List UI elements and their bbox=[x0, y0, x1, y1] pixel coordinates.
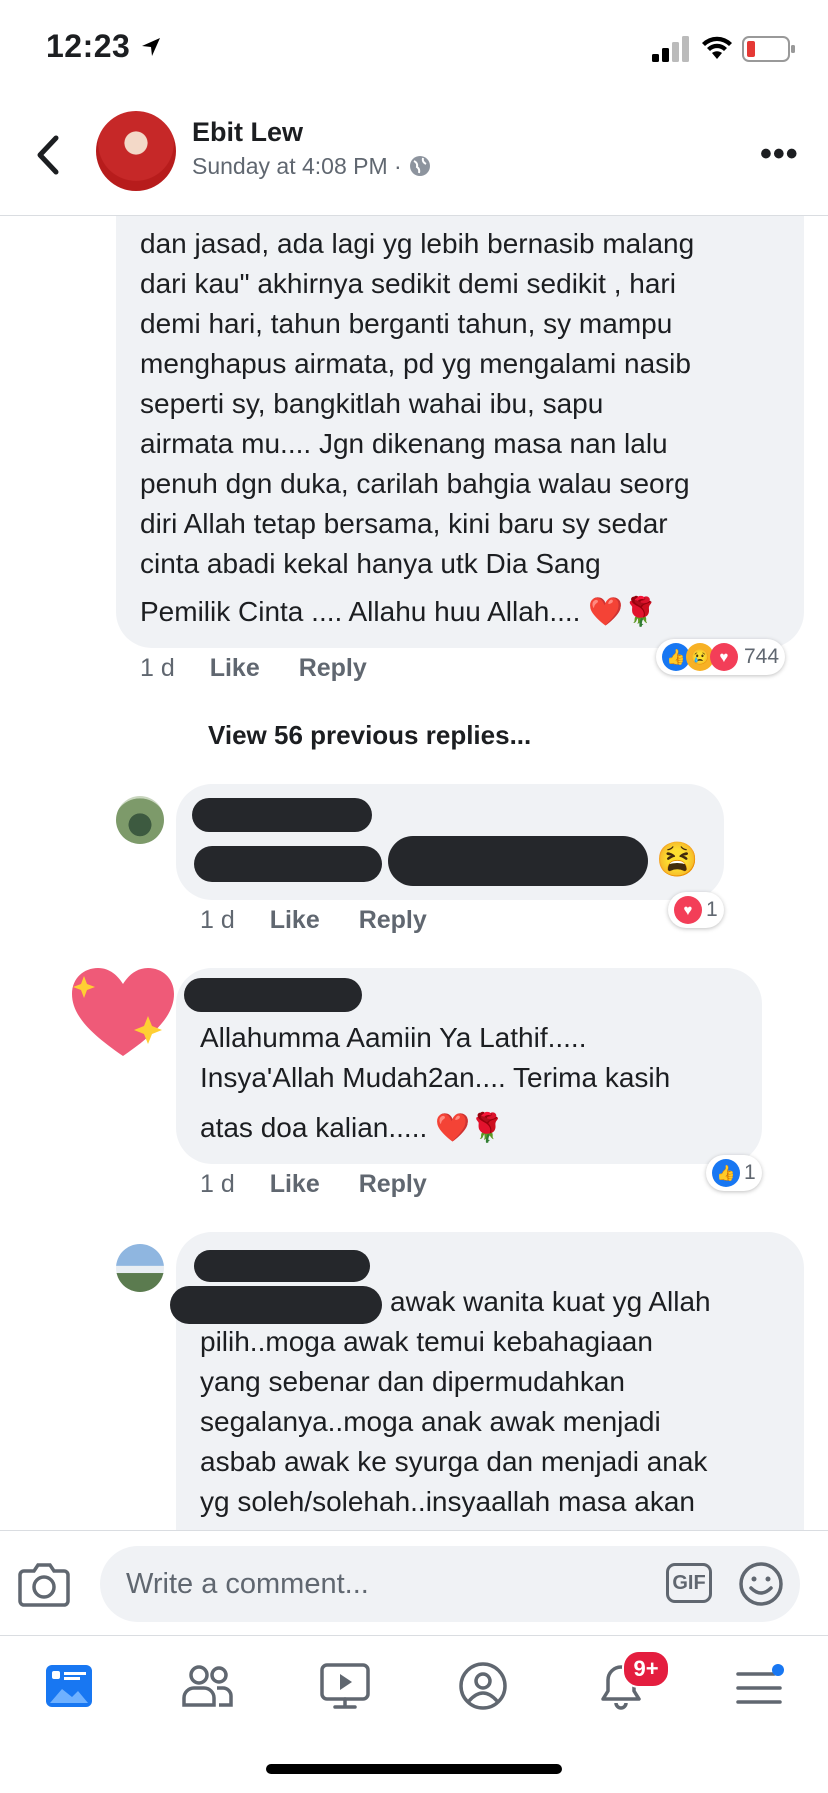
love-reaction-icon: ♥ bbox=[674, 896, 702, 924]
post-time-text: Sunday at 4:08 PM · bbox=[192, 153, 402, 179]
friends-icon bbox=[182, 1665, 233, 1707]
tab-news-feed[interactable] bbox=[34, 1656, 104, 1716]
watch-video-icon bbox=[320, 1663, 370, 1709]
status-time: 12:23 bbox=[46, 28, 162, 65]
reaction-summary[interactable]: 👍 😢 ♥ 744 bbox=[656, 639, 786, 675]
reply-link[interactable]: Reply bbox=[299, 654, 367, 682]
notification-count: 9+ bbox=[633, 1656, 659, 1681]
back-chevron-icon[interactable] bbox=[30, 130, 70, 180]
globe-icon bbox=[410, 156, 431, 176]
reaction-count: 1 bbox=[706, 898, 718, 921]
wifi-icon bbox=[702, 36, 732, 59]
view-previous-replies-link[interactable]: View 56 previous replies... bbox=[208, 720, 531, 751]
tab-friends[interactable] bbox=[172, 1656, 242, 1716]
comment-last-line: Pemilik Cinta .... Allahu huu Allah.... … bbox=[140, 596, 658, 627]
more-options-button[interactable]: ••• bbox=[760, 135, 799, 174]
gif-label: GIF bbox=[672, 1571, 706, 1594]
profile-icon bbox=[459, 1662, 507, 1710]
comment-text: pilih..moga awak temui kebahagiaan yang … bbox=[200, 1326, 708, 1517]
like-link[interactable]: Like bbox=[270, 1170, 320, 1198]
comment-meta: 1 d Like Reply bbox=[200, 1170, 427, 1199]
redacted-name bbox=[194, 1250, 370, 1282]
comment-time: 1 d bbox=[200, 906, 235, 934]
commenter-avatar[interactable] bbox=[116, 796, 164, 844]
like-reaction-icon: 👍 bbox=[712, 1159, 740, 1187]
reaction-summary[interactable]: ♥ 1 bbox=[668, 892, 724, 928]
comment-time: 1 d bbox=[140, 654, 175, 682]
tab-watch[interactable] bbox=[310, 1656, 380, 1716]
like-link[interactable]: Like bbox=[270, 906, 320, 934]
gif-button[interactable]: GIF bbox=[666, 1563, 712, 1603]
comment-time: 1 d bbox=[200, 1170, 235, 1198]
location-arrow-icon bbox=[141, 38, 160, 56]
redacted-name bbox=[184, 978, 362, 1012]
reply-link[interactable]: Reply bbox=[359, 906, 427, 934]
post-timestamp: Sunday at 4:08 PM · bbox=[192, 153, 432, 180]
love-reaction-icon: ♥ bbox=[710, 643, 738, 671]
redacted-name bbox=[192, 798, 372, 832]
poster-avatar[interactable] bbox=[96, 111, 176, 191]
commenter-avatar[interactable] bbox=[116, 1244, 164, 1292]
comment-composer: GIF bbox=[0, 1530, 828, 1636]
camera-icon[interactable] bbox=[18, 1561, 70, 1607]
home-indicator[interactable] bbox=[266, 1764, 562, 1774]
comment-meta: 1 d Like Reply bbox=[200, 906, 427, 935]
reaction-summary[interactable]: 👍 1 bbox=[706, 1155, 762, 1191]
comment-meta: 1 d Like Reply bbox=[140, 654, 367, 683]
tab-menu[interactable] bbox=[724, 1656, 794, 1716]
poster-name[interactable]: Ebit Lew bbox=[192, 117, 303, 148]
notification-badge: 9+ bbox=[622, 1650, 670, 1688]
redacted-text bbox=[170, 1286, 382, 1324]
emoji-smile-icon[interactable] bbox=[738, 1561, 784, 1607]
cellular-signal-icon bbox=[652, 36, 689, 62]
post-header: Ebit Lew Sunday at 4:08 PM · ••• bbox=[0, 95, 828, 216]
redacted-text bbox=[388, 836, 648, 886]
reply-link[interactable]: Reply bbox=[359, 1170, 427, 1198]
tab-notifications[interactable]: 9+ bbox=[586, 1650, 670, 1716]
news-feed-icon bbox=[46, 1665, 92, 1707]
reaction-count: 744 bbox=[744, 645, 780, 668]
like-link[interactable]: Like bbox=[210, 654, 260, 682]
menu-hamburger-icon bbox=[736, 1664, 784, 1704]
comment-last-line: atas doa kalian..... ❤️🌹 bbox=[200, 1112, 505, 1143]
redacted-text bbox=[194, 846, 382, 882]
comment-text: Allahumma Aamiin Ya Lathif..... Insya'Al… bbox=[200, 1022, 671, 1093]
clock-text: 12:23 bbox=[46, 28, 131, 64]
comment-first-line: awak wanita kuat yg Allah bbox=[390, 1286, 711, 1317]
tab-profile[interactable] bbox=[448, 1656, 518, 1716]
comment-text: dan jasad, ada lagi yg lebih bernasib ma… bbox=[140, 228, 695, 579]
sparkling-heart-avatar-icon[interactable] bbox=[68, 964, 178, 1064]
reaction-count: 1 bbox=[744, 1161, 756, 1184]
battery-low-icon bbox=[742, 36, 795, 62]
tired-face-emoji: 😫 bbox=[656, 841, 699, 879]
